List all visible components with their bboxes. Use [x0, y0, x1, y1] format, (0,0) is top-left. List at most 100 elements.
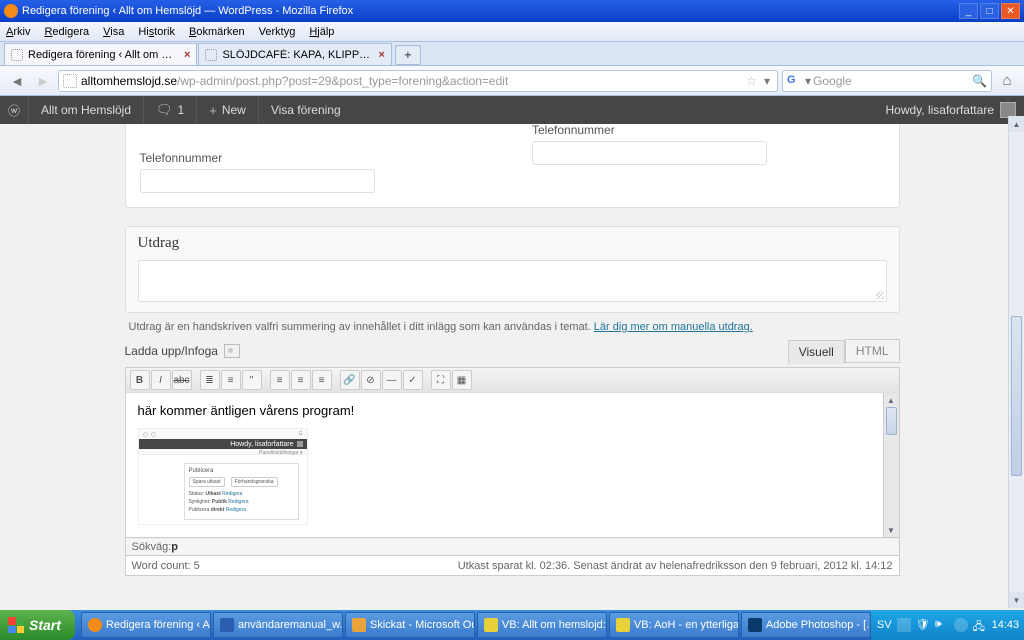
scroll-up-icon[interactable]: ▲ — [1009, 116, 1024, 132]
editor-path-bar: Sökväg: p — [125, 538, 900, 556]
favicon-icon — [205, 49, 217, 61]
search-placeholder: Google — [813, 74, 852, 88]
taskbar-item-mail1[interactable]: VB: Allt om hemslojd: ... — [477, 612, 607, 638]
minimize-button[interactable]: _ — [959, 3, 978, 19]
tab-html[interactable]: HTML — [845, 339, 900, 363]
bookmark-star-icon[interactable]: ☆ — [742, 74, 761, 88]
mail-icon — [484, 618, 498, 632]
tab-close-icon[interactable]: × — [184, 49, 190, 61]
tab-label: Redigera förening ‹ Allt om Hemslöjd — .… — [28, 49, 178, 61]
taskbar-item-firefox[interactable]: Redigera förening ‹ A... — [81, 612, 211, 638]
scroll-thumb[interactable] — [886, 407, 897, 435]
taskbar-item-mail2[interactable]: VB: AoH - en ytterliga... — [609, 612, 739, 638]
unlink-button[interactable]: ⊘ — [361, 370, 381, 390]
wp-new-link[interactable]: +New — [196, 96, 258, 124]
menu-hjalp[interactable]: Hjälp — [309, 26, 334, 38]
ol-button[interactable]: ≡ — [221, 370, 241, 390]
forward-button[interactable]: ► — [32, 70, 54, 92]
bold-button[interactable]: B — [130, 370, 150, 390]
tray-icon[interactable]: 🛡 — [916, 618, 930, 632]
taskbar-item-photoshop[interactable]: Adobe Photoshop - [... — [741, 612, 871, 638]
maximize-button[interactable]: □ — [980, 3, 999, 19]
photoshop-icon — [748, 618, 762, 632]
home-button[interactable]: ⌂ — [996, 70, 1018, 92]
outlook-icon — [352, 618, 366, 632]
editor-path-value[interactable]: p — [171, 541, 178, 553]
phone-input-left[interactable] — [140, 169, 375, 193]
spellcheck-button[interactable]: ✓ — [403, 370, 423, 390]
menu-historik[interactable]: Historik — [138, 26, 175, 38]
firefox-icon — [88, 618, 102, 632]
site-identity-icon[interactable] — [63, 74, 77, 88]
link-button[interactable]: 🔗 — [340, 370, 360, 390]
search-dropdown-icon[interactable]: ▾ — [805, 74, 813, 88]
url-input[interactable]: alltomhemslojd.se/wp-admin/post.php?post… — [58, 70, 778, 92]
menu-arkiv[interactable]: Arkiv — [6, 26, 30, 38]
close-button[interactable]: ✕ — [1001, 3, 1020, 19]
wp-logo-icon[interactable]: ⓦ — [0, 102, 28, 119]
italic-button[interactable]: I — [151, 370, 171, 390]
upload-insert-label: Ladda upp/Infoga — [125, 344, 218, 358]
menu-bokmarken[interactable]: Bokmärken — [189, 26, 245, 38]
taskbar-item-outlook[interactable]: Skickat - Microsoft Ou... — [345, 612, 475, 638]
scroll-up-icon[interactable]: ▲ — [884, 393, 899, 407]
tray-icon[interactable] — [954, 618, 968, 632]
search-go-icon[interactable]: 🔍 — [972, 74, 987, 88]
taskbar: Start Redigera förening ‹ A... användare… — [0, 610, 1024, 640]
editor-canvas[interactable]: här kommer äntligen vårens program! G Ho… — [126, 393, 883, 537]
plus-icon: + — [209, 103, 217, 118]
navbar: ◄ ► alltomhemslojd.se/wp-admin/post.php?… — [0, 66, 1024, 96]
window-titlebar: Redigera förening ‹ Allt om Hemslöjd — W… — [0, 0, 1024, 22]
menu-visa[interactable]: Visa — [103, 26, 124, 38]
page-scrollbar[interactable]: ▲ ▼ — [1008, 116, 1024, 608]
kitchensink-button[interactable]: ▦ — [452, 370, 472, 390]
scroll-thumb[interactable] — [1011, 316, 1022, 476]
quote-button[interactable]: " — [242, 370, 262, 390]
scroll-down-icon[interactable]: ▼ — [1009, 592, 1024, 608]
tray-clock[interactable]: 14:43 — [992, 619, 1020, 631]
taskbar-item-word[interactable]: användaremanual_w... — [213, 612, 343, 638]
tray-icon[interactable]: 🖧 — [973, 618, 987, 632]
phone-input-right[interactable] — [532, 141, 767, 165]
menu-redigera[interactable]: Redigera — [44, 26, 89, 38]
back-button[interactable]: ◄ — [6, 70, 28, 92]
wp-comments-link[interactable]: 🗨1 — [143, 96, 196, 124]
new-tab-button[interactable]: + — [395, 45, 421, 65]
page-content: Telefonnummer Telefonnummer Utdrag Utdra… — [0, 124, 1024, 598]
align-center-button[interactable]: ≡ — [291, 370, 311, 390]
url-host: alltomhemslojd.se — [81, 74, 177, 88]
align-left-button[interactable]: ≡ — [270, 370, 290, 390]
tray-icon[interactable]: 🕪 — [935, 618, 949, 632]
menu-verktyg[interactable]: Verktyg — [259, 26, 296, 38]
tab-strip: Redigera förening ‹ Allt om Hemslöjd — .… — [0, 42, 1024, 66]
browser-tab-1[interactable]: Redigera förening ‹ Allt om Hemslöjd — .… — [4, 43, 197, 65]
editor-toolbar: B I abc ≣ ≡ " ≡ ≡ ≡ 🔗 ⊘ — ✓ ⛶ ▦ — [125, 367, 900, 393]
search-input[interactable]: G ▾ Google 🔍 — [782, 70, 992, 92]
align-right-button[interactable]: ≡ — [312, 370, 332, 390]
add-media-icon[interactable] — [224, 344, 240, 358]
url-dropdown-icon[interactable]: ▾ — [761, 74, 773, 88]
firefox-icon — [4, 4, 18, 18]
wp-howdy[interactable]: Howdy, lisaforfattare — [878, 102, 1024, 118]
ul-button[interactable]: ≣ — [200, 370, 220, 390]
browser-tab-2[interactable]: SLÖJDCAFÉ: KAPA, KLIPP OCH SKAPA A... × — [198, 43, 391, 65]
contact-fields-box: Telefonnummer Telefonnummer — [125, 124, 900, 208]
scroll-down-icon[interactable]: ▼ — [884, 523, 899, 537]
excerpt-help-link[interactable]: Lär dig mer om manuella utdrag. — [594, 321, 753, 333]
editor-wrap: Ladda upp/Infoga Visuell HTML B I abc ≣ … — [125, 339, 900, 576]
tray-icon[interactable] — [897, 618, 911, 632]
tab-close-icon[interactable]: × — [378, 49, 384, 61]
more-button[interactable]: — — [382, 370, 402, 390]
mail-icon — [616, 618, 630, 632]
system-tray[interactable]: SV 🛡 🕪 🖧 14:43 — [871, 610, 1024, 640]
editor-scrollbar[interactable]: ▲ ▼ — [883, 393, 899, 537]
start-button[interactable]: Start — [0, 610, 75, 640]
wp-view-link[interactable]: Visa förening — [258, 96, 353, 124]
strike-button[interactable]: abc — [172, 370, 192, 390]
tab-visual[interactable]: Visuell — [788, 340, 845, 364]
tray-lang[interactable]: SV — [877, 619, 892, 631]
fullscreen-button[interactable]: ⛶ — [431, 370, 451, 390]
wp-site-link[interactable]: Allt om Hemslöjd — [28, 96, 143, 124]
wp-admin-bar: ⓦ Allt om Hemslöjd 🗨1 +New Visa förening… — [0, 96, 1024, 124]
excerpt-textarea[interactable] — [138, 260, 887, 302]
